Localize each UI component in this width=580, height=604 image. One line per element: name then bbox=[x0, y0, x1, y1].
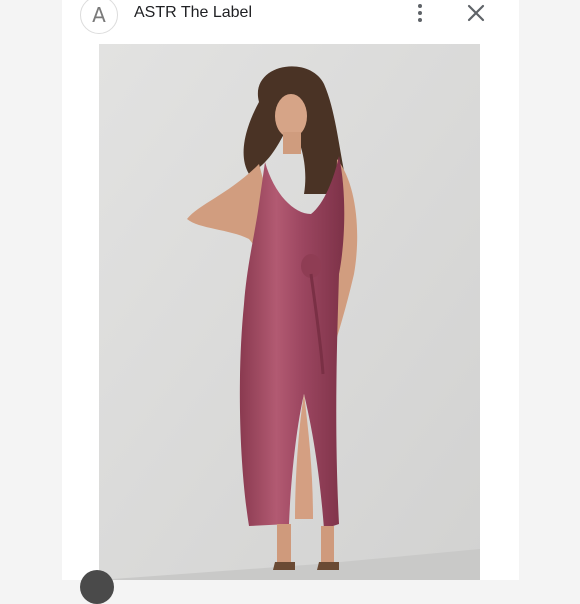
top-bar bbox=[62, 0, 519, 44]
avatar-letter: A bbox=[92, 3, 106, 27]
close-icon[interactable] bbox=[464, 1, 488, 25]
page-title: ASTR The Label bbox=[134, 4, 252, 21]
more-vert-icon[interactable] bbox=[409, 1, 431, 25]
floating-action-button[interactable] bbox=[80, 570, 114, 604]
product-photo bbox=[99, 44, 480, 580]
